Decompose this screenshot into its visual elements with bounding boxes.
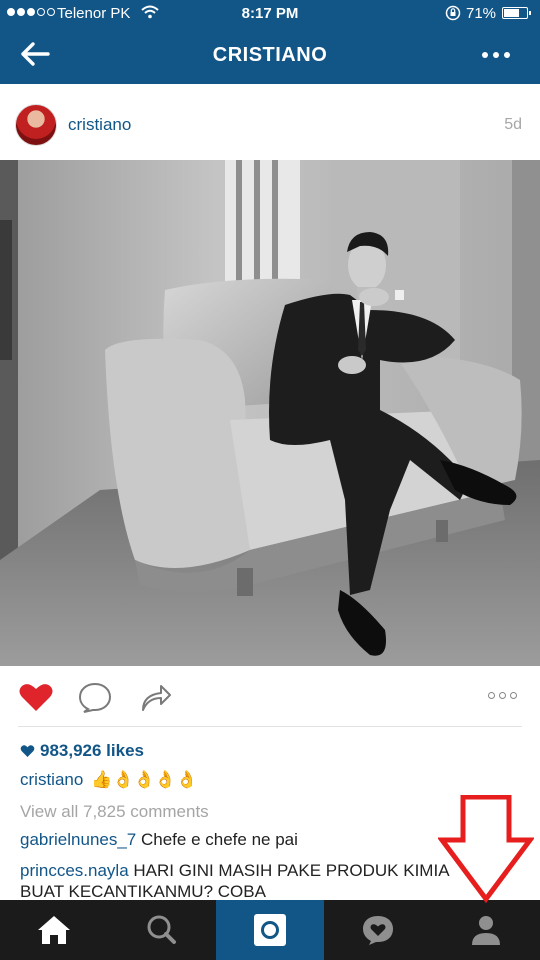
likes-text: 983,926 likes: [40, 741, 144, 760]
like-heart-icon[interactable]: [18, 681, 54, 713]
share-arrow-icon[interactable]: [140, 681, 172, 713]
tab-home[interactable]: [0, 900, 108, 960]
tab-search[interactable]: [108, 900, 216, 960]
post-caption: cristiano 👍👌👌👌👌: [20, 770, 197, 790]
page-title: CRISTIANO: [212, 44, 328, 66]
likes-heart-icon: [20, 745, 35, 757]
post-photo[interactable]: [0, 160, 540, 666]
more-dots-icon[interactable]: [482, 52, 510, 58]
post-photo-image: [0, 160, 540, 666]
profile-icon: [472, 916, 500, 945]
divider: [18, 726, 522, 727]
annotation-arrow-icon: [438, 795, 534, 903]
comment-item: princces.nayla HARI GINI MASIH PAKE PROD…: [20, 860, 490, 902]
top-bar: Telenor PK 8:17 PM 71% CRISTIANO: [0, 0, 540, 84]
post-header: cristiano 5d: [0, 84, 540, 160]
likes-count[interactable]: 983,926 likes: [20, 741, 144, 761]
status-bar: Telenor PK 8:17 PM 71%: [0, 0, 540, 28]
post-username[interactable]: cristiano: [68, 115, 131, 135]
bottom-tab-bar: [0, 900, 540, 960]
comment-text: Chefe e chefe ne pai: [141, 830, 298, 849]
comment-username[interactable]: gabrielnunes_7: [20, 830, 136, 849]
tab-activity[interactable]: [324, 900, 432, 960]
search-icon: [147, 915, 176, 944]
avatar[interactable]: [15, 104, 57, 146]
rotation-lock-icon: [445, 5, 461, 21]
comment-bubble-icon[interactable]: [78, 681, 112, 713]
tab-camera[interactable]: [216, 900, 324, 960]
tab-profile[interactable]: [432, 900, 540, 960]
post-options-icon[interactable]: [488, 692, 517, 699]
activity-heart-icon: [363, 916, 393, 945]
caption-text: 👍👌👌👌👌: [91, 770, 198, 789]
caption-username[interactable]: cristiano: [20, 770, 83, 790]
camera-icon: [254, 914, 286, 946]
battery-percent: 71%: [466, 5, 497, 22]
battery-icon: [502, 7, 531, 19]
view-all-comments-link[interactable]: View all 7,825 comments: [20, 802, 209, 822]
comment-username[interactable]: princces.nayla: [20, 861, 129, 880]
post-time-ago: 5d: [504, 116, 522, 133]
home-icon: [38, 916, 70, 944]
comment-item: gabrielnunes_7 Chefe e chefe ne pai: [20, 830, 298, 850]
